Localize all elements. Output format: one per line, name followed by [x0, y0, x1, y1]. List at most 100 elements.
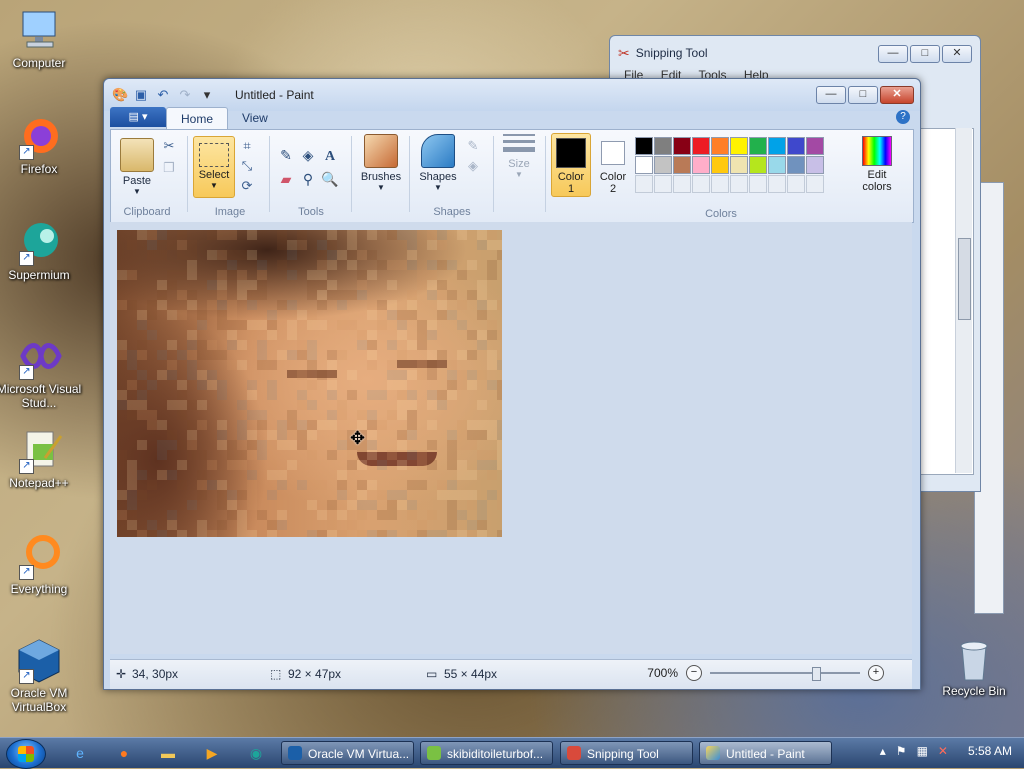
outline-icon[interactable]: ✎	[463, 136, 483, 156]
color-picker-icon[interactable]: ⚲	[297, 168, 319, 190]
scrollbar-thumb[interactable]	[958, 238, 971, 320]
vertical-scrollbar[interactable]	[955, 128, 972, 473]
file-explorer-icon[interactable]: ▬	[158, 744, 178, 762]
color2-button[interactable]: Color 2	[593, 133, 633, 195]
palette-swatch[interactable]	[768, 137, 786, 155]
custom-color-slot[interactable]	[749, 175, 767, 193]
shortcut-arrow-icon: ↗	[19, 669, 34, 684]
size-button[interactable]: Size ▼	[497, 134, 541, 179]
paint-menu-button[interactable]: ▤ ▾	[110, 107, 166, 127]
volume-muted-icon[interactable]: ✕	[938, 744, 948, 758]
select-button[interactable]: Select ▼	[193, 136, 235, 198]
shape-fill-icon[interactable]: ◈	[463, 156, 483, 176]
undo-icon[interactable]: ↶	[156, 88, 170, 102]
custom-color-slot[interactable]	[673, 175, 691, 193]
taskbar-item-snipping-tool[interactable]: Snipping Tool	[560, 741, 693, 765]
zoom-slider-knob[interactable]	[812, 667, 821, 681]
canvas-area[interactable]: ✥	[110, 222, 912, 654]
media-player-icon[interactable]: ▶	[202, 744, 222, 762]
palette-swatch[interactable]	[711, 156, 729, 174]
close-button[interactable]: ✕	[942, 45, 972, 63]
network-icon[interactable]: ▦	[917, 744, 928, 758]
palette-swatch[interactable]	[654, 156, 672, 174]
help-icon[interactable]: ?	[896, 110, 910, 124]
palette-swatch[interactable]	[749, 137, 767, 155]
maximize-button[interactable]: □	[910, 45, 940, 63]
edit-colors-button[interactable]: Edit colors	[855, 134, 899, 193]
show-hidden-icons[interactable]: ▴	[880, 744, 886, 758]
desktop-icon-computer[interactable]: Computer	[0, 8, 84, 70]
palette-swatch[interactable]	[730, 156, 748, 174]
palette-swatch[interactable]	[768, 156, 786, 174]
brushes-button[interactable]: Brushes ▼	[357, 134, 405, 192]
image-pixel-tile	[247, 250, 257, 260]
palette-swatch[interactable]	[806, 137, 824, 155]
palette-swatch[interactable]	[787, 156, 805, 174]
custom-color-slot[interactable]	[635, 175, 653, 193]
customize-qat-icon[interactable]: ▾	[200, 88, 214, 102]
custom-color-slot[interactable]	[768, 175, 786, 193]
firefox-taskbar-icon[interactable]: ●	[114, 744, 134, 762]
maximize-button[interactable]: □	[848, 86, 878, 104]
custom-color-slot[interactable]	[787, 175, 805, 193]
palette-swatch[interactable]	[692, 137, 710, 155]
start-button[interactable]	[6, 739, 46, 769]
palette-swatch[interactable]	[635, 137, 653, 155]
tab-home[interactable]: Home	[166, 107, 229, 129]
palette-swatch[interactable]	[730, 137, 748, 155]
image-pixel-tile	[147, 310, 157, 320]
palette-swatch[interactable]	[806, 156, 824, 174]
desktop-icon-firefox[interactable]: ↗ Firefox	[0, 114, 84, 176]
desktop-icon-supermium[interactable]: ↗ Supermium	[0, 220, 84, 282]
crop-icon[interactable]: ⌗	[237, 136, 257, 156]
palette-swatch[interactable]	[673, 137, 691, 155]
canvas-image[interactable]	[117, 230, 502, 537]
desktop-icon-recycle-bin[interactable]: Recycle Bin	[934, 636, 1014, 698]
paint-window[interactable]: 🎨 ▣ ↶ ↷ ▾ Untitled - Paint — □ ✕ ▤ ▾ Hom…	[103, 78, 921, 690]
palette-swatch[interactable]	[692, 156, 710, 174]
fill-icon[interactable]: ◈	[297, 144, 319, 166]
desktop-icon-visual-studio[interactable]: ↗ Microsoft Visual Stud...	[0, 334, 84, 410]
clock[interactable]: 5:58 AM	[968, 744, 1012, 758]
supermium-taskbar-icon[interactable]: ◉	[246, 744, 266, 762]
action-center-flag-icon[interactable]: ⚑	[896, 744, 907, 758]
custom-color-slot[interactable]	[730, 175, 748, 193]
desktop-icon-notepadpp[interactable]: ↗ Notepad++	[0, 428, 84, 490]
image-pixel-tile	[467, 370, 477, 380]
color1-button[interactable]: Color 1	[551, 133, 591, 197]
image-pixel-tile	[347, 500, 357, 510]
palette-swatch[interactable]	[654, 137, 672, 155]
palette-swatch[interactable]	[635, 156, 653, 174]
save-icon[interactable]: ▣	[134, 88, 148, 102]
palette-swatch[interactable]	[749, 156, 767, 174]
zoom-out-button[interactable]: −	[686, 665, 702, 681]
zoom-slider[interactable]	[710, 667, 860, 681]
text-icon[interactable]: A	[319, 146, 341, 168]
custom-color-slot[interactable]	[654, 175, 672, 193]
pencil-icon[interactable]: ✎	[275, 144, 297, 166]
internet-explorer-icon[interactable]: e	[70, 744, 90, 762]
desktop-icon-virtualbox[interactable]: ↗ Oracle VM VirtualBox	[0, 638, 84, 714]
minimize-button[interactable]: —	[816, 86, 846, 104]
palette-swatch[interactable]	[673, 156, 691, 174]
zoom-in-button[interactable]: +	[868, 665, 884, 681]
eraser-icon[interactable]: ▰	[275, 168, 297, 190]
palette-swatch[interactable]	[711, 137, 729, 155]
redo-icon[interactable]: ↷	[178, 88, 192, 102]
taskbar-item-paint[interactable]: Untitled - Paint	[699, 741, 832, 765]
custom-color-slot[interactable]	[806, 175, 824, 193]
tab-view[interactable]: View	[228, 107, 282, 129]
rotate-icon[interactable]: ⟳	[237, 176, 257, 196]
resize-icon[interactable]: ⤡	[237, 156, 257, 176]
magnifier-icon[interactable]: 🔍	[319, 168, 341, 190]
custom-color-slot[interactable]	[711, 175, 729, 193]
minimize-button[interactable]: —	[878, 45, 908, 63]
custom-color-slot[interactable]	[692, 175, 710, 193]
shapes-button[interactable]: Shapes ▼	[415, 134, 461, 192]
taskbar-item-notepad[interactable]: skibiditoileturbof...	[420, 741, 553, 765]
image-pixel-tile	[427, 440, 437, 450]
taskbar-item-virtualbox[interactable]: Oracle VM Virtua...	[281, 741, 414, 765]
palette-swatch[interactable]	[787, 137, 805, 155]
close-button[interactable]: ✕	[880, 86, 914, 104]
desktop-icon-everything[interactable]: ↗ Everything	[0, 534, 84, 596]
